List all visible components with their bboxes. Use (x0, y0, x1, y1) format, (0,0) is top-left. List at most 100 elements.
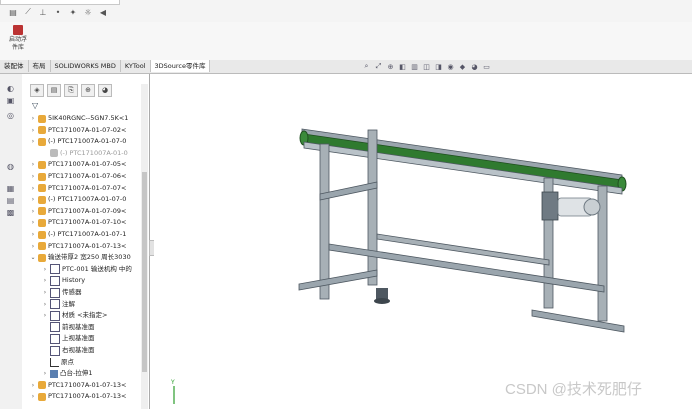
zoom-area-icon[interactable]: ⊕ (386, 63, 395, 71)
origin-icon (50, 357, 59, 367)
configuration-manager-tab-icon[interactable]: ⎘ (64, 84, 78, 97)
tree-row[interactable]: (-) PTC171007A-01-0 (42, 148, 128, 159)
expand-chevron-icon[interactable]: › (30, 241, 36, 252)
tab-kytool[interactable]: KYTool (121, 60, 151, 72)
speaker-icon[interactable]: ◀ (98, 7, 108, 17)
appearance-icon[interactable]: ◆ (458, 63, 467, 71)
tree-row[interactable]: › PTC171007A-01-07-10< (30, 217, 126, 228)
sun-icon[interactable]: ☼ (83, 7, 93, 17)
tab-assembly[interactable]: 装配体 (0, 60, 29, 72)
tab-mbd[interactable]: SOLIDWORKS MBD (51, 60, 121, 72)
tree-row[interactable]: › (-) PTC171007A-01-07-0 (30, 194, 126, 205)
monitor-icon[interactable]: ▭ (482, 63, 491, 71)
view-orientation-icon[interactable]: ◫ (422, 63, 431, 71)
expand-chevron-icon[interactable]: › (30, 217, 36, 228)
section-view-icon[interactable]: ▥ (410, 63, 419, 71)
view-toolbar: ⌕ ⤢ ⊕ ◧ ▥ ◫ ◨ ◉ ◆ ◕ ▭ (362, 62, 491, 71)
expand-chevron-icon[interactable]: › (42, 287, 48, 298)
arrow-icon[interactable]: ◐ (5, 84, 16, 94)
tree-row[interactable]: › PTC171007A-01-07-06< (30, 171, 126, 182)
tree-row[interactable]: › 材质 <未指定> (42, 310, 107, 321)
tree-row[interactable]: › PTC171007A-01-07-09< (30, 206, 126, 217)
property-manager-tab-icon[interactable]: ▤ (47, 84, 61, 97)
tree-row-label: PTC171007A-01-07-06< (48, 172, 127, 180)
expand-chevron-icon[interactable]: › (30, 391, 36, 402)
save-icon[interactable]: ▤ (8, 7, 18, 17)
tool-icon[interactable]: ✦ (68, 7, 78, 17)
tree-row[interactable]: 上视基准面 (42, 333, 95, 344)
tree-row-label: PTC171007A-01-07-07< (48, 183, 127, 192)
tree-row[interactable]: ⌄ 输送带厚2 宽250 周长3030 (30, 252, 131, 263)
tree-row[interactable]: › PTC171007A-01-07-13< (30, 391, 126, 402)
expand-chevron-icon[interactable]: ⌄ (30, 252, 36, 263)
part-icon (38, 126, 46, 135)
tree-row[interactable]: › PTC171007A-01-07-13< (30, 380, 126, 391)
zoom-fit-icon[interactable]: ⤢ (374, 62, 383, 71)
expand-chevron-icon[interactable]: › (30, 229, 36, 240)
expand-chevron-icon[interactable]: › (30, 194, 36, 205)
previous-view-icon[interactable]: ◧ (398, 63, 407, 71)
expand-chevron-icon[interactable]: › (30, 125, 36, 136)
tab-3dsource[interactable]: 3DSource零件库 (150, 60, 211, 72)
part-icon (38, 381, 46, 390)
camera-icon[interactable]: ◎ (5, 111, 16, 121)
dim-xpert-tab-icon[interactable]: ⊕ (81, 84, 95, 97)
left-base-beam (298, 269, 378, 291)
tree-row[interactable]: 右视基准面 (42, 345, 95, 356)
graphics-viewport[interactable]: Y (154, 74, 692, 409)
plane-icon (50, 333, 60, 344)
custom-properties-icon[interactable]: ▩ (5, 208, 16, 218)
search-icon[interactable]: ⌕ (362, 62, 371, 71)
tree-row[interactable]: › PTC-001 输送机构 中的 (42, 264, 132, 275)
expand-chevron-icon[interactable]: › (42, 310, 48, 321)
tree-row[interactable]: › PTC171007A-01-07-02< (30, 125, 126, 136)
tree-row[interactable]: › (-) PTC171007A-01-07-0 (30, 136, 126, 147)
library-icon (13, 25, 23, 35)
hide-show-icon[interactable]: ◉ (446, 63, 455, 71)
tree-row-label: PTC171007A-01-07-13< (48, 380, 127, 389)
tree-row[interactable]: › 5IK40RGNC--5GN7.5K<1 (30, 113, 128, 124)
tree-row[interactable]: › PTC171007A-01-07-07< (30, 183, 126, 194)
expand-chevron-icon[interactable]: › (30, 206, 36, 217)
sketch-line-icon[interactable]: ⟋ (23, 7, 33, 17)
expand-chevron-icon[interactable]: › (30, 380, 36, 391)
tree-row-label: PTC-001 输送机构 中的 (62, 264, 132, 273)
tree-row[interactable]: › History (42, 275, 85, 286)
appearance-icon[interactable]: ◍ (5, 162, 16, 172)
chart-icon[interactable]: ▤ (5, 196, 16, 206)
tree-row[interactable]: › (-) PTC171007A-01-07-1 (30, 229, 126, 240)
tree-row[interactable]: › 注解 (42, 299, 75, 310)
expand-chevron-icon[interactable]: › (42, 275, 48, 286)
tree-row[interactable]: › 传感器 (42, 287, 82, 298)
feature-manager-tab-icon[interactable]: ◈ (30, 84, 44, 97)
axis-icon[interactable]: ⊥ (38, 7, 48, 17)
expand-chevron-icon[interactable]: › (42, 299, 48, 310)
tree-row-label: (-) PTC171007A-01-07-1 (48, 230, 127, 238)
expand-chevron-icon[interactable]: › (42, 368, 48, 379)
expand-chevron-icon[interactable]: › (30, 171, 36, 182)
tree-row[interactable]: › PTC171007A-01-07-13< (30, 241, 126, 252)
expand-chevron-icon[interactable]: › (30, 183, 36, 194)
tree-row[interactable]: › 凸台-拉伸1 (42, 368, 92, 379)
layers-icon[interactable]: ▣ (5, 96, 16, 106)
tree-scrollbar[interactable] (141, 84, 148, 409)
display-manager-tab-icon[interactable]: ◕ (98, 84, 112, 97)
display-style-icon[interactable]: ◨ (434, 63, 443, 71)
part-icon (38, 253, 46, 262)
expand-chevron-icon[interactable]: › (30, 136, 36, 147)
point-icon[interactable]: • (53, 7, 63, 17)
scene-icon[interactable]: ◕ (470, 63, 479, 71)
tree-row[interactable]: › PTC171007A-01-07-05< (30, 159, 126, 170)
expand-chevron-icon[interactable]: › (42, 264, 48, 275)
filter-icon[interactable]: ▽ (32, 101, 38, 110)
tree-row[interactable]: 原点 (42, 357, 74, 368)
expand-chevron-icon[interactable]: › (30, 113, 36, 124)
expand-chevron-icon[interactable]: › (30, 159, 36, 170)
scrollbar-thumb[interactable] (142, 172, 147, 372)
foot-pad-left (374, 298, 390, 304)
tree-row-label: 5IK40RGNC--5GN7.5K<1 (48, 114, 129, 122)
tree-row[interactable]: 前视基准面 (42, 322, 95, 333)
tab-layout[interactable]: 布局 (29, 60, 51, 72)
file-icon[interactable]: ▦ (5, 184, 16, 194)
launch-library-button[interactable]: 启动浮 件库 (4, 25, 32, 52)
